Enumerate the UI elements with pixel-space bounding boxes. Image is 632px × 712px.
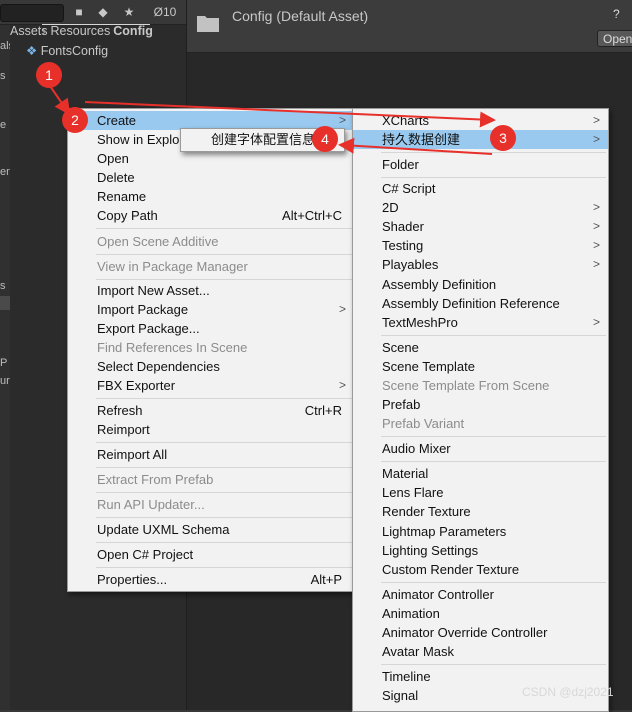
annotation-badge: 4 (312, 126, 338, 152)
annotation-badge: 2 (62, 107, 88, 133)
annotation-arrow (338, 137, 493, 155)
annotation-arrows (49, 85, 496, 155)
annotation-badge: 3 (490, 125, 516, 151)
annotation-badge: 1 (36, 62, 62, 88)
watermark: CSDN @dzj2021 (522, 685, 614, 699)
annotation-arrow (49, 85, 71, 116)
annotation-arrow (84, 101, 496, 128)
